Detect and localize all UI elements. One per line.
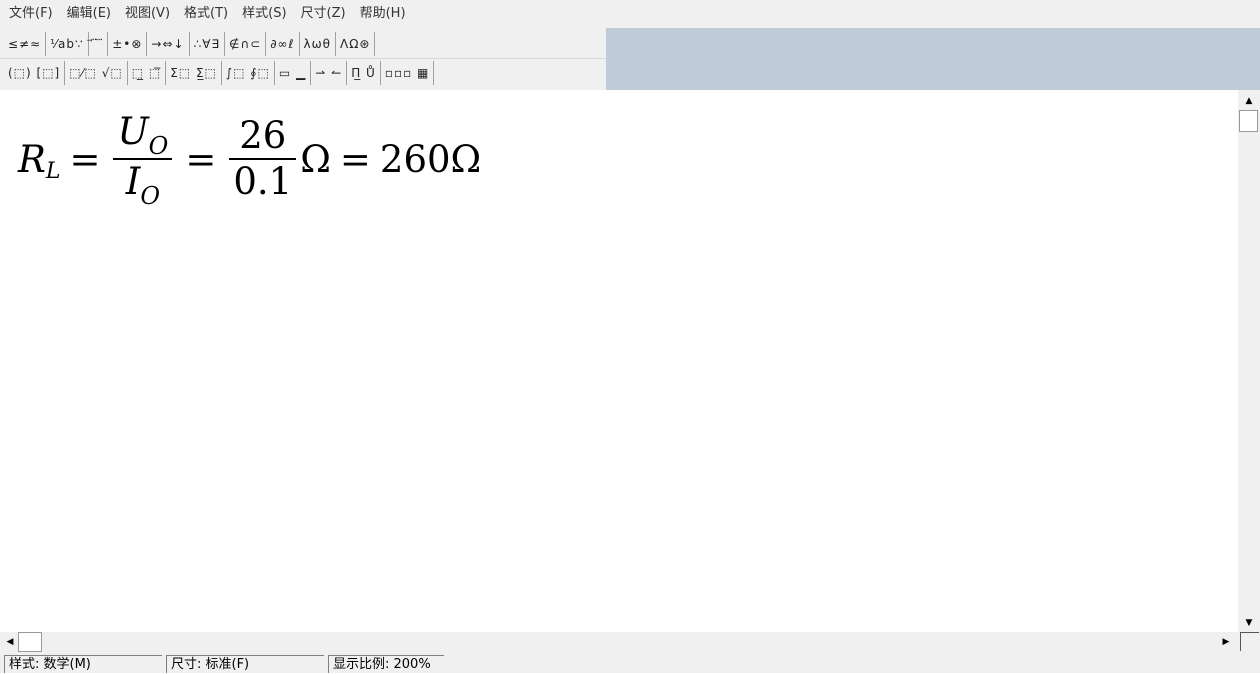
menu-help[interactable]: 帮助(H) bbox=[353, 0, 413, 28]
horizontal-scrollbar[interactable]: ◀ ▶ bbox=[0, 632, 1238, 652]
result-value: 260 bbox=[379, 137, 451, 181]
spaces-ellipses-palette-icon[interactable]: ⅟ab∵ bbox=[46, 32, 89, 56]
fraction-uo-io: UO IO bbox=[113, 110, 173, 210]
ohm-unit: Ω bbox=[300, 137, 331, 181]
status-bar: 样式: 数学(M) 尺寸: 标准(F) 显示比例: 200% bbox=[0, 652, 1260, 673]
horizontal-scroll-thumb[interactable] bbox=[18, 632, 42, 652]
resize-corner[interactable] bbox=[1238, 632, 1260, 652]
numerator-var: U bbox=[117, 110, 149, 153]
labeled-arrow-templates-icon[interactable]: ⇀ ↼ bbox=[311, 61, 348, 85]
subscript-superscript-templates-icon[interactable]: ⬚̲ ⬚̅ bbox=[128, 61, 167, 85]
equation-editor-area[interactable]: RL = UO IO = 26 0.1 Ω = 260 Ω bbox=[0, 90, 1238, 632]
math-toolbar: ≤≠≈ ⅟ab∵ ⃗ ̈ ⃛ ±•⊗ →⇔↓ ∴∀∃ ∉∩⊂ ∂∞ℓ λωθ Λ… bbox=[0, 28, 606, 90]
relations-palette-icon[interactable]: ≤≠≈ bbox=[4, 32, 47, 56]
status-style: 样式: 数学(M) bbox=[4, 655, 162, 673]
toolbar-area: ≤≠≈ ⅟ab∵ ⃗ ̈ ⃛ ±•⊗ →⇔↓ ∴∀∃ ∉∩⊂ ∂∞ℓ λωθ Λ… bbox=[0, 28, 1260, 90]
equals-sign: = bbox=[69, 137, 101, 181]
template-palette-row: (⬚) [⬚] ⬚⁄⬚ √⬚ ⬚̲ ⬚̅ Σ⬚ Σ̲⬚ ∫⬚ ∮⬚ ▭ ▁ ⇀ … bbox=[4, 59, 435, 87]
misc-symbols-palette-icon[interactable]: ∂∞ℓ bbox=[266, 32, 300, 56]
resize-grip-icon[interactable] bbox=[1240, 632, 1259, 651]
fraction-numeric: 26 0.1 bbox=[229, 114, 297, 204]
denominator-var: I bbox=[125, 160, 141, 203]
status-zoom: 显示比例: 200% bbox=[328, 655, 444, 673]
status-size: 尺寸: 标准(F) bbox=[166, 655, 324, 673]
greek-uppercase-palette-icon[interactable]: ΛΩ⊛ bbox=[336, 32, 376, 56]
scroll-down-icon[interactable]: ▼ bbox=[1238, 614, 1260, 632]
menu-style[interactable]: 样式(S) bbox=[235, 0, 293, 28]
scroll-up-icon[interactable]: ▲ bbox=[1238, 92, 1260, 110]
logic-palette-icon[interactable]: ∴∀∃ bbox=[190, 32, 226, 56]
scroll-right-icon[interactable]: ▶ bbox=[1218, 634, 1234, 650]
scroll-left-icon[interactable]: ◀ bbox=[2, 634, 18, 650]
summation-templates-icon[interactable]: Σ⬚ Σ̲⬚ bbox=[166, 61, 222, 85]
equation-lhs-var: R bbox=[18, 137, 46, 181]
products-set-templates-icon[interactable]: Π̲ Ů bbox=[347, 61, 381, 85]
ohm-unit: Ω bbox=[450, 137, 482, 181]
vertical-scroll-thumb[interactable] bbox=[1239, 110, 1258, 132]
menu-view[interactable]: 视图(V) bbox=[118, 0, 177, 28]
fraction-denominator: IO bbox=[122, 160, 164, 210]
equation-lhs-sub: L bbox=[45, 158, 61, 184]
embellishments-palette-icon[interactable]: ⃗ ̈ ⃛ bbox=[89, 32, 109, 56]
arrows-palette-icon[interactable]: →⇔↓ bbox=[147, 32, 190, 56]
greek-lowercase-palette-icon[interactable]: λωθ bbox=[300, 32, 336, 56]
menu-file[interactable]: 文件(F) bbox=[2, 0, 60, 28]
underbar-overbar-templates-icon[interactable]: ▭ ▁ bbox=[275, 61, 312, 85]
menu-edit[interactable]: 编辑(E) bbox=[60, 0, 118, 28]
operators-palette-icon[interactable]: ±•⊗ bbox=[108, 32, 148, 56]
numerator-sub: O bbox=[148, 132, 169, 160]
equals-sign: = bbox=[185, 137, 217, 181]
set-theory-palette-icon[interactable]: ∉∩⊂ bbox=[225, 32, 267, 56]
vertical-scrollbar[interactable]: ▲ ▼ bbox=[1238, 90, 1260, 632]
fraction-denominator: 0.1 bbox=[233, 160, 293, 203]
equals-sign: = bbox=[339, 137, 371, 181]
menu-format[interactable]: 格式(T) bbox=[177, 0, 235, 28]
equation[interactable]: RL = UO IO = 26 0.1 Ω = 260 Ω bbox=[18, 104, 481, 214]
symbol-palette-row: ≤≠≈ ⅟ab∵ ⃗ ̈ ⃛ ±•⊗ →⇔↓ ∴∀∃ ∉∩⊂ ∂∞ℓ λωθ Λ… bbox=[4, 30, 376, 58]
menu-bar: 文件(F) 编辑(E) 视图(V) 格式(T) 样式(S) 尺寸(Z) 帮助(H) bbox=[0, 0, 1260, 28]
fence-templates-icon[interactable]: (⬚) [⬚] bbox=[4, 61, 66, 85]
denominator-sub: O bbox=[140, 182, 161, 210]
fraction-numerator: UO bbox=[113, 110, 172, 160]
fraction-numerator: 26 bbox=[239, 114, 287, 157]
integral-templates-icon[interactable]: ∫⬚ ∮⬚ bbox=[222, 61, 275, 85]
fraction-radical-templates-icon[interactable]: ⬚⁄⬚ √⬚ bbox=[65, 61, 128, 85]
menu-size[interactable]: 尺寸(Z) bbox=[294, 0, 353, 28]
matrix-templates-icon[interactable]: ▫▫▫ ▦ bbox=[381, 61, 435, 85]
